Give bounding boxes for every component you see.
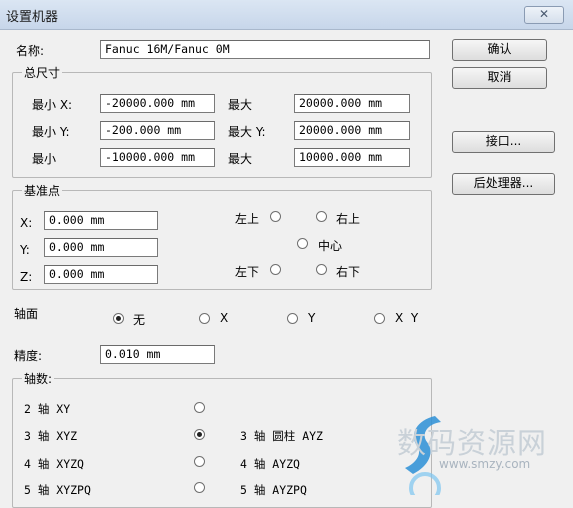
interface-button[interactable]: 接口...: [452, 131, 555, 153]
title-bar: 设置机器 ✕: [0, 0, 573, 30]
top-left-radio[interactable]: [270, 211, 281, 222]
axis-plane-y-label: Y: [308, 311, 316, 325]
precision-label: 精度:: [14, 349, 43, 363]
axis-3-xyz-radio[interactable]: [194, 429, 205, 440]
axis-3-ayz-label: 3 轴 圆柱 AYZ: [240, 429, 323, 443]
axis-plane-y-radio[interactable]: [287, 313, 298, 324]
axis-5-xyzpq-label: 5 轴 XYZPQ: [24, 483, 91, 497]
ref-z-label: Z:: [20, 270, 33, 284]
bottom-right-label: 右下: [336, 265, 361, 279]
close-button[interactable]: ✕: [524, 6, 564, 24]
bottom-right-radio[interactable]: [316, 264, 327, 275]
cancel-button[interactable]: 取消: [452, 67, 547, 89]
axis-4-ayzq-label: 4 轴 AYZQ: [240, 457, 300, 471]
name-label: 名称:: [16, 44, 45, 58]
name-input[interactable]: Fanuc 16M/Fanuc 0M: [100, 40, 430, 59]
top-right-label: 右上: [336, 212, 361, 226]
watermark-text: 数码资源网: [397, 426, 548, 460]
axis-4-xyzq-label: 4 轴 XYZQ: [24, 457, 84, 471]
window-title: 设置机器: [6, 10, 59, 25]
min-y-input[interactable]: -200.000 mm: [100, 121, 215, 140]
ref-x-label: X:: [20, 216, 33, 230]
min-z-label: 最小: [32, 152, 57, 166]
watermark: 数码资源网 www.smzy.com: [395, 410, 573, 495]
center-label: 中心: [318, 239, 343, 253]
axis-5-ayzpq-label: 5 轴 AYZPQ: [240, 483, 307, 497]
min-y-label: 最小 Y:: [32, 125, 70, 139]
max-z-input[interactable]: 10000.000 mm: [294, 148, 410, 167]
reference-point-legend: 基准点: [22, 182, 63, 199]
axis-4-xyzq-radio[interactable]: [194, 456, 205, 467]
ref-y-label: Y:: [20, 243, 30, 257]
min-x-input[interactable]: -20000.000 mm: [100, 94, 215, 113]
axis-plane-x-radio[interactable]: [199, 313, 210, 324]
axis-2-xy-label: 2 轴 XY: [24, 402, 71, 416]
bottom-left-radio[interactable]: [270, 264, 281, 275]
axis-3-xyz-label: 3 轴 XYZ: [24, 429, 78, 443]
max-y-label: 最大 Y:: [228, 125, 266, 139]
total-size-legend: 总尺寸: [22, 64, 63, 81]
ref-x-input[interactable]: 0.000 mm: [44, 211, 158, 230]
axis-5-xyzpq-radio[interactable]: [194, 482, 205, 493]
ref-z-input[interactable]: 0.000 mm: [44, 265, 158, 284]
axis-plane-label: 轴面: [14, 307, 39, 321]
min-z-input[interactable]: -10000.000 mm: [100, 148, 215, 167]
axis-2-xy-radio[interactable]: [194, 402, 205, 413]
axis-plane-none-radio[interactable]: [113, 313, 124, 324]
close-icon: ✕: [538, 7, 550, 21]
min-x-label: 最小 X:: [32, 98, 73, 112]
top-right-radio[interactable]: [316, 211, 327, 222]
axis-plane-xy-label: X Y: [395, 311, 419, 325]
watermark-url: www.smzy.com: [439, 457, 531, 471]
ok-button[interactable]: 确认: [452, 39, 547, 61]
max-z-label: 最大: [228, 152, 253, 166]
axis-plane-x-label: X: [220, 311, 229, 325]
axis-count-legend: 轴数:: [22, 370, 55, 387]
center-radio[interactable]: [297, 238, 308, 249]
postprocessor-button[interactable]: 后处理器...: [452, 173, 555, 195]
max-x-input[interactable]: 20000.000 mm: [294, 94, 410, 113]
bottom-left-label: 左下: [235, 265, 260, 279]
axis-plane-xy-radio[interactable]: [374, 313, 385, 324]
axis-plane-none-label: 无: [133, 313, 146, 327]
max-y-input[interactable]: 20000.000 mm: [294, 121, 410, 140]
precision-input[interactable]: 0.010 mm: [100, 345, 215, 364]
ref-y-input[interactable]: 0.000 mm: [44, 238, 158, 257]
top-left-label: 左上: [235, 212, 260, 226]
max-x-label: 最大: [228, 98, 253, 112]
